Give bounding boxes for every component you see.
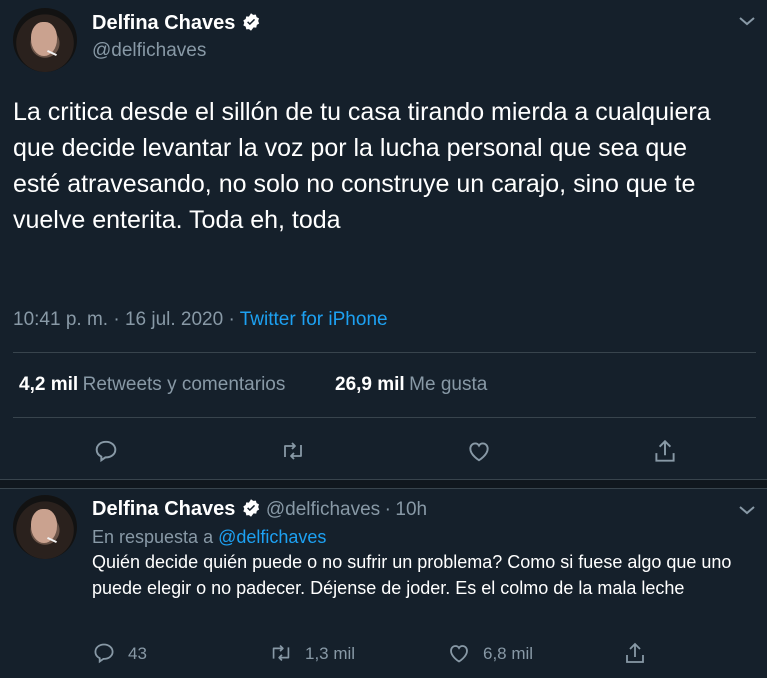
retweet-icon[interactable] — [279, 438, 307, 464]
author-block: Delfina Chaves — [92, 12, 261, 35]
reply-age[interactable]: 10h — [395, 499, 427, 520]
reply-author-name[interactable]: Delfina Chaves — [92, 498, 235, 520]
likes-count[interactable]: 26,9 mil — [335, 374, 405, 395]
verified-badge-icon — [241, 12, 261, 32]
likes-stat: 26,9 mil Me gusta — [335, 374, 487, 396]
retweets-label[interactable]: Retweets y comentarios — [83, 374, 286, 395]
share-icon[interactable] — [652, 437, 678, 465]
in-reply-prefix: En respuesta a — [92, 527, 214, 547]
avatar[interactable] — [13, 8, 77, 72]
author-name[interactable]: Delfina Chaves — [92, 12, 235, 34]
like-icon[interactable] — [466, 438, 492, 464]
in-reply-to: En respuesta a @delfichaves — [92, 527, 326, 548]
in-reply-handle[interactable]: @delfichaves — [218, 527, 326, 547]
reply-header: Delfina Chaves @delfichaves · 10h — [92, 498, 427, 521]
tweet-stats: 4,2 mil Retweets y comentarios — [19, 374, 285, 396]
retweet-icon[interactable] — [268, 641, 294, 665]
tweet-meta: 10:41 p. m. · 16 jul. 2020 · Twitter for… — [13, 309, 388, 331]
reply-icon[interactable] — [92, 641, 116, 665]
share-icon[interactable] — [623, 640, 647, 666]
reply-dot: · — [384, 499, 391, 520]
reply-text: Quién decide quién puede o no sufrir un … — [92, 552, 732, 598]
chevron-down-icon[interactable] — [737, 14, 757, 28]
tweet-text: La critica desde el sillón de tu casa ti… — [13, 98, 711, 234]
reply-icon[interactable] — [93, 438, 119, 464]
divider — [13, 417, 756, 418]
likes-label[interactable]: Me gusta — [409, 374, 487, 395]
reply-author-handle[interactable]: @delfichaves — [266, 499, 380, 520]
verified-badge-icon — [241, 498, 261, 518]
retweet-count[interactable]: 1,3 mil — [305, 644, 355, 664]
like-icon[interactable] — [447, 641, 471, 665]
like-count[interactable]: 6,8 mil — [483, 644, 533, 664]
chevron-down-icon[interactable] — [737, 503, 757, 517]
avatar[interactable] — [13, 495, 77, 559]
tweet-timestamp[interactable]: 10:41 p. m. · 16 jul. 2020 — [13, 309, 223, 330]
meta-separator: · — [223, 309, 240, 330]
reply-count[interactable]: 43 — [128, 644, 147, 664]
section-divider — [0, 479, 767, 489]
tweet-source-link[interactable]: Twitter for iPhone — [240, 309, 388, 330]
author-handle[interactable]: @delfichaves — [92, 40, 206, 62]
retweets-count[interactable]: 4,2 mil — [19, 374, 78, 395]
divider — [13, 352, 756, 353]
